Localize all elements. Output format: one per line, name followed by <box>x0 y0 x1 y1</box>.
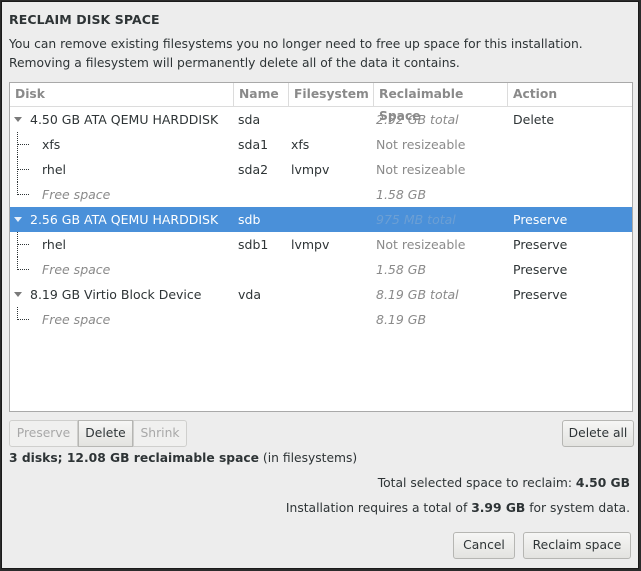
description-line-1: You can remove existing filesystems you … <box>9 37 583 51</box>
partition-row[interactable]: xfs sda1 xfs Not resizeable <box>10 132 632 157</box>
reclaimable-cell: Not resizeable <box>376 237 466 252</box>
table-header: Disk Name Filesystem Reclaimable Space A… <box>10 83 632 123</box>
delete-all-button[interactable]: Delete all <box>562 420 634 447</box>
reclaimable-cell: Not resizeable <box>376 137 466 152</box>
reclaim-disk-space-dialog: RECLAIM DISK SPACE You can remove existi… <box>1 1 639 569</box>
disk-tree-view[interactable]: Disk Name Filesystem Reclaimable Space A… <box>9 82 633 412</box>
installation-requirement-line: Installation requires a total of 3.99 GB… <box>286 501 630 515</box>
filesystem-cell: lvmpv <box>291 162 330 177</box>
dialog-title: RECLAIM DISK SPACE <box>9 12 160 27</box>
tree-connector-line <box>17 194 29 195</box>
partition-row[interactable]: Free space 8.19 GB <box>10 307 632 332</box>
disk-cell: rhel <box>42 162 67 177</box>
expander-arrow-icon[interactable] <box>14 117 22 122</box>
name-cell: sda1 <box>238 137 269 152</box>
disk-row[interactable]: 4.50 GB ATA QEMU HARDDISK sda 2.92 GB tota… <box>10 107 632 132</box>
requirement-suffix: for system data. <box>525 501 630 515</box>
reclaimable-cell: Not resizeable <box>376 162 466 177</box>
disk-row[interactable]: 8.19 GB Virtio Block Device vda 8.19 GB to… <box>10 282 632 307</box>
tree-connector-line <box>17 244 29 245</box>
disk-cell: 8.19 GB Virtio Block Device <box>30 287 202 302</box>
column-header-filesystem[interactable]: Filesystem <box>289 83 374 106</box>
column-header-reclaimable-space[interactable]: Reclaimable Space <box>374 83 508 123</box>
name-cell: sdb1 <box>238 237 269 252</box>
cancel-button[interactable]: Cancel <box>453 532 515 559</box>
name-cell: sdb <box>238 212 261 227</box>
partition-row[interactable]: Free space 1.58 GB Preserve <box>10 257 632 282</box>
column-header-action[interactable]: Action <box>508 83 632 106</box>
tree-connector-line <box>17 319 29 320</box>
reclaimable-summary: 3 disks; 12.08 GB reclaimable space (in … <box>9 451 357 465</box>
summary-bold: 3 disks; 12.08 GB reclaimable space <box>9 451 260 465</box>
action-cell: Preserve <box>513 237 568 252</box>
disk-cell: xfs <box>42 137 61 152</box>
disk-cell: rhel <box>42 237 67 252</box>
action-cell: Delete <box>513 112 555 127</box>
expander-arrow-icon[interactable] <box>14 292 22 297</box>
action-cell: Preserve <box>513 212 568 227</box>
summary-suffix: (in filesystems) <box>259 451 358 465</box>
disk-cell: Free space <box>42 262 111 277</box>
tree-connector-line <box>17 144 29 145</box>
tree-connector-line <box>17 269 29 270</box>
reclaimable-cell: 2.92 GB total <box>376 112 459 127</box>
reclaimable-cell: 8.19 GB total <box>376 287 459 302</box>
partition-row[interactable]: rhel sda2 lvmpv Not resizeable <box>10 157 632 182</box>
requirement-prefix: Installation requires a total of <box>285 501 472 515</box>
description-line-2: Removing a filesystem will permanently d… <box>9 56 460 70</box>
column-header-disk[interactable]: Disk <box>10 83 234 106</box>
requirement-value: 3.99 GB <box>471 501 526 515</box>
total-selected-line: Total selected space to reclaim: 4.50 GB <box>378 476 630 490</box>
name-cell: sda <box>238 112 261 127</box>
total-selected-label: Total selected space to reclaim: <box>377 476 576 490</box>
column-header-name[interactable]: Name <box>234 83 289 106</box>
action-cell: Preserve <box>513 287 568 302</box>
delete-button[interactable]: Delete <box>78 420 133 447</box>
tree-connector-line <box>17 169 29 170</box>
total-selected-value: 4.50 GB <box>575 476 630 490</box>
reclaimable-cell: 1.58 GB <box>376 262 427 277</box>
filesystem-cell: xfs <box>291 137 310 152</box>
reclaim-space-button[interactable]: Reclaim space <box>523 532 631 559</box>
reclaimable-cell: 975 MB total <box>376 212 456 227</box>
reclaimable-cell: 8.19 GB <box>376 312 427 327</box>
disk-cell: Free space <box>42 187 111 202</box>
name-cell: sda2 <box>238 162 269 177</box>
disk-cell: 4.50 GB ATA QEMU HARDDISK <box>30 112 219 127</box>
preserve-button[interactable]: Preserve <box>9 420 78 447</box>
disk-cell: Free space <box>42 312 111 327</box>
disk-cell: 2.56 GB ATA QEMU HARDDISK <box>30 212 219 227</box>
filesystem-cell: lvmpv <box>291 237 330 252</box>
partition-row[interactable]: Free space 1.58 GB <box>10 182 632 207</box>
disk-row[interactable]: 2.56 GB ATA QEMU HARDDISK sdb 975 MB total… <box>10 207 632 232</box>
name-cell: vda <box>238 287 261 302</box>
partition-row[interactable]: rhel sdb1 lvmpv Not resizeable Preserve <box>10 232 632 257</box>
shrink-button[interactable]: Shrink <box>133 420 187 447</box>
expander-arrow-icon[interactable] <box>14 217 22 222</box>
reclaimable-cell: 1.58 GB <box>376 187 427 202</box>
action-cell: Preserve <box>513 262 568 277</box>
